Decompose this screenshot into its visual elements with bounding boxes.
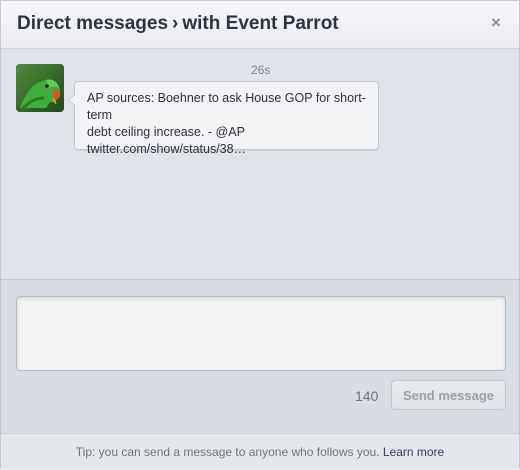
- message-input[interactable]: [16, 296, 506, 371]
- message-text-line1: AP sources: Boehner to ask House GOP for…: [87, 91, 366, 122]
- send-message-button[interactable]: Send message: [391, 380, 506, 410]
- message-text-line2: debt ceiling increase. -: [87, 125, 216, 139]
- message-bubble: AP sources: Boehner to ask House GOP for…: [68, 81, 379, 156]
- char-counter: 140: [355, 388, 379, 404]
- dialog-header: Direct messages › with Event Parrot ×: [1, 1, 519, 49]
- tip-text: Tip: you can send a message to anyone wh…: [75, 445, 383, 459]
- composer: 140 Send message: [1, 279, 519, 433]
- parrot-avatar-icon[interactable]: [16, 64, 64, 112]
- dm-dialog: Direct messages › with Event Parrot × 26…: [0, 0, 520, 469]
- message-thread: 26s AP sources: Boehner to ask House GOP…: [1, 49, 519, 279]
- message-timestamp: 26s: [251, 63, 271, 77]
- title-sub: with Event Parrot: [182, 13, 339, 34]
- learn-more-link[interactable]: Learn more: [383, 445, 444, 459]
- footer-tip: Tip: you can send a message to anyone wh…: [1, 433, 519, 469]
- status-link[interactable]: twitter.com/show/status/38…: [87, 142, 246, 156]
- title-separator: ›: [172, 13, 179, 34]
- close-icon[interactable]: ×: [487, 14, 505, 32]
- mention-link[interactable]: @AP: [216, 125, 245, 139]
- dialog-title: Direct messages › with Event Parrot: [17, 13, 339, 35]
- title-main: Direct messages: [17, 13, 169, 34]
